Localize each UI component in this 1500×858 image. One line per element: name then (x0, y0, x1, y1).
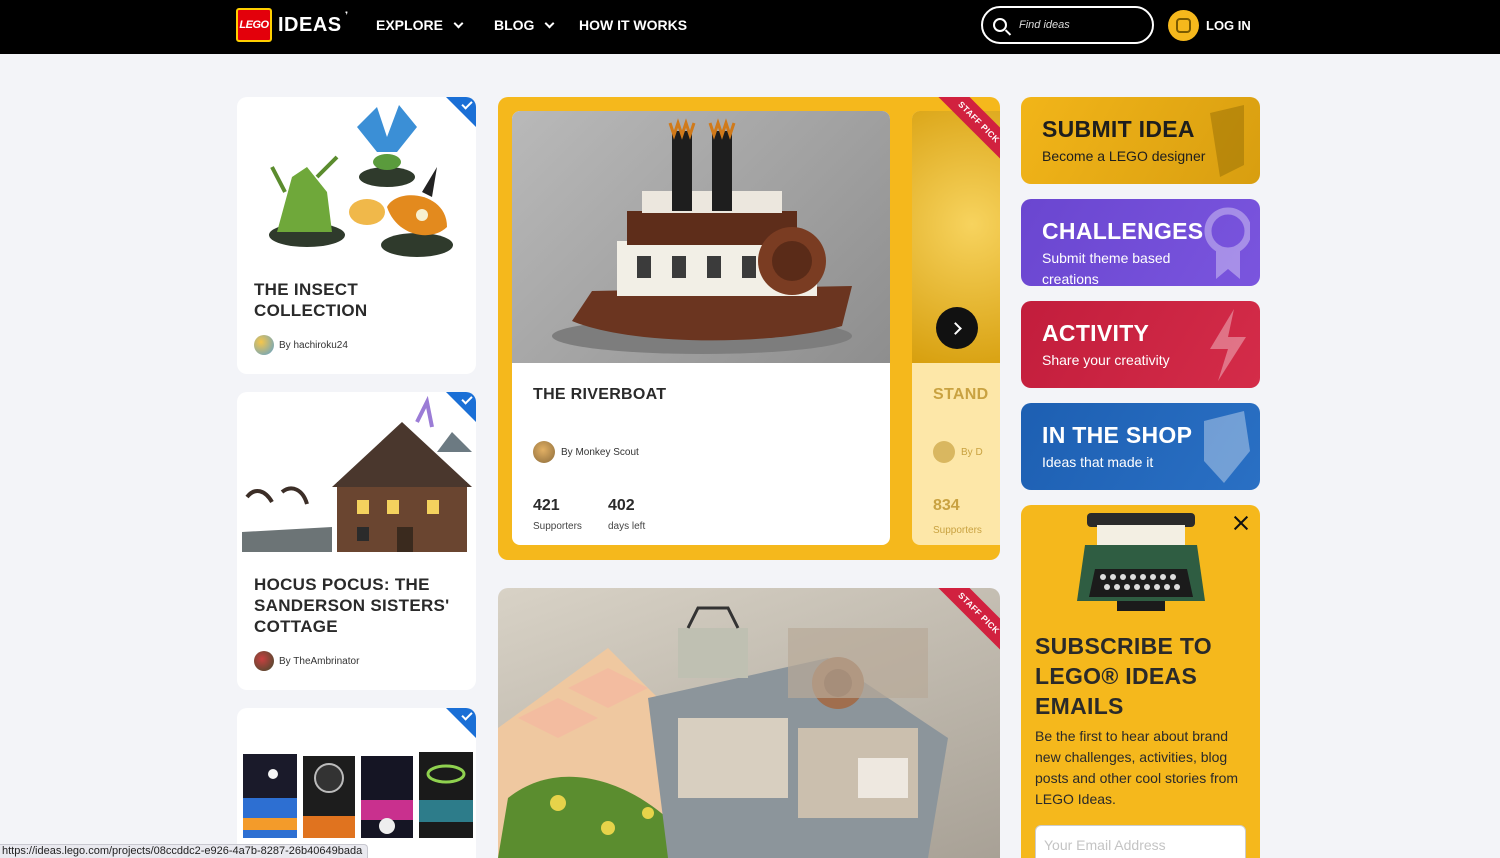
project-image (242, 395, 472, 552)
minifig-face-icon (1176, 18, 1191, 33)
author-avatar (254, 651, 274, 671)
tile-subtitle: Submit theme based creations (1042, 250, 1171, 286)
ideas-logo-text: IDEAS (278, 13, 342, 36)
nav-how-it-works-label: HOW IT WORKS (579, 17, 688, 33)
lego-ideas-logo[interactable]: LEGO IDEAS ❜ (236, 8, 348, 42)
staff-pick-label: STAFF PICK (932, 97, 1000, 167)
staff-pick-label: STAFF PICK (932, 588, 1000, 658)
user-avatar[interactable] (1168, 10, 1199, 41)
carousel-next-button[interactable] (936, 307, 978, 349)
search-input[interactable] (1019, 19, 1139, 31)
close-icon[interactable] (1231, 513, 1251, 533)
author-avatar (933, 441, 955, 463)
supporters-count: 421 (533, 497, 560, 514)
days-left-label: days left (608, 521, 646, 532)
tile-subtitle: Share your creativity (1042, 352, 1170, 368)
newsletter-subscribe-panel: SUBSCRIBE TO LEGO® IDEAS EMAILS Be the f… (1021, 505, 1260, 858)
nav-blog[interactable]: BLOG (494, 17, 555, 33)
search-icon (993, 18, 1007, 32)
project-card[interactable]: HOCUS POCUS: THE SANDERSON SISTERS' COTT… (237, 392, 476, 690)
tile-title: IN THE SHOP (1042, 422, 1193, 448)
tile-title: ACTIVITY (1042, 320, 1150, 346)
submit-idea-tile[interactable]: SUBMIT IDEA Become a LEGO designer (1021, 97, 1260, 184)
staff-pick-ribbon: STAFF PICK (928, 588, 1000, 658)
nav-explore[interactable]: EXPLORE (376, 17, 464, 33)
days-left-count: 402 (608, 497, 635, 514)
nav-explore-label: EXPLORE (376, 17, 443, 33)
nav-how-it-works[interactable]: HOW IT WORKS (579, 17, 687, 33)
project-image (243, 752, 473, 838)
author-avatar (533, 441, 555, 463)
supporters-label: Supporters (533, 521, 582, 532)
in-the-shop-tile[interactable]: IN THE SHOP Ideas that made it (1021, 403, 1260, 490)
project-author[interactable]: By Monkey Scout (561, 447, 639, 458)
nav-blog-label: BLOG (494, 17, 535, 33)
login-link[interactable]: LOG IN (1206, 18, 1251, 33)
project-image (498, 606, 948, 858)
bookmark-corner-icon[interactable] (446, 392, 476, 422)
project-title: STAND (933, 386, 989, 403)
bookmark-corner-icon[interactable] (446, 97, 476, 127)
featured-project-image-card[interactable]: STAFF PICK (498, 588, 1000, 858)
chevron-right-icon (948, 321, 962, 335)
top-nav: LEGO IDEAS❜ EXPLORE BLOG HOW IT WORKS LO… (0, 0, 1500, 54)
chevron-down-icon (453, 18, 464, 28)
browser-status-url: https://ideas.lego.com/projects/08ccddc2… (0, 844, 369, 858)
project-title[interactable]: HOCUS POCUS: THE SANDERSON SISTERS' COTT… (254, 574, 459, 637)
project-title[interactable]: THE INSECT COLLECTION (254, 279, 454, 321)
bookmark-corner-icon[interactable] (446, 708, 476, 738)
supporters-label: Supporters (933, 525, 982, 536)
lego-logo-icon: LEGO (236, 8, 272, 42)
project-image (269, 105, 453, 257)
project-image (552, 118, 852, 354)
subscribe-title: SUBSCRIBE TO LEGO® IDEAS EMAILS (1035, 633, 1212, 719)
challenges-tile[interactable]: CHALLENGES Submit theme based creations (1021, 199, 1260, 286)
project-title[interactable]: THE RIVERBOAT (533, 386, 666, 404)
tile-subtitle: Ideas that made it (1042, 454, 1154, 470)
project-author[interactable]: By hachiroku24 (279, 340, 348, 351)
typewriter-image (1077, 513, 1205, 611)
days-left-stat: 402 days left (608, 497, 645, 532)
tile-title: CHALLENGES (1042, 218, 1204, 244)
activity-tile[interactable]: ACTIVITY Share your creativity (1021, 301, 1260, 388)
supporters-count: 834 (933, 497, 960, 514)
chevron-down-icon (545, 18, 555, 28)
project-card[interactable] (237, 708, 476, 858)
subscribe-description: Be the first to hear about brand new cha… (1035, 728, 1239, 807)
bulb-icon: ❜ (345, 9, 349, 20)
project-author: By D (961, 446, 983, 458)
supporters-stat: 421 Supporters (533, 497, 582, 532)
tile-subtitle: Become a LEGO designer (1042, 148, 1206, 164)
staff-pick-ribbon: STAFF PICK (928, 97, 1000, 167)
search-box[interactable] (981, 6, 1154, 44)
author-avatar (254, 335, 274, 355)
project-card[interactable]: THE INSECT COLLECTION By hachiroku24 (237, 97, 476, 374)
project-author[interactable]: By TheAmbrinator (279, 656, 359, 667)
featured-carousel: THE RIVERBOAT By Monkey Scout 421 Suppor… (498, 97, 1000, 560)
email-field[interactable] (1035, 825, 1246, 858)
tile-title: SUBMIT IDEA (1042, 116, 1195, 142)
featured-project-card[interactable]: THE RIVERBOAT By Monkey Scout 421 Suppor… (512, 111, 890, 545)
